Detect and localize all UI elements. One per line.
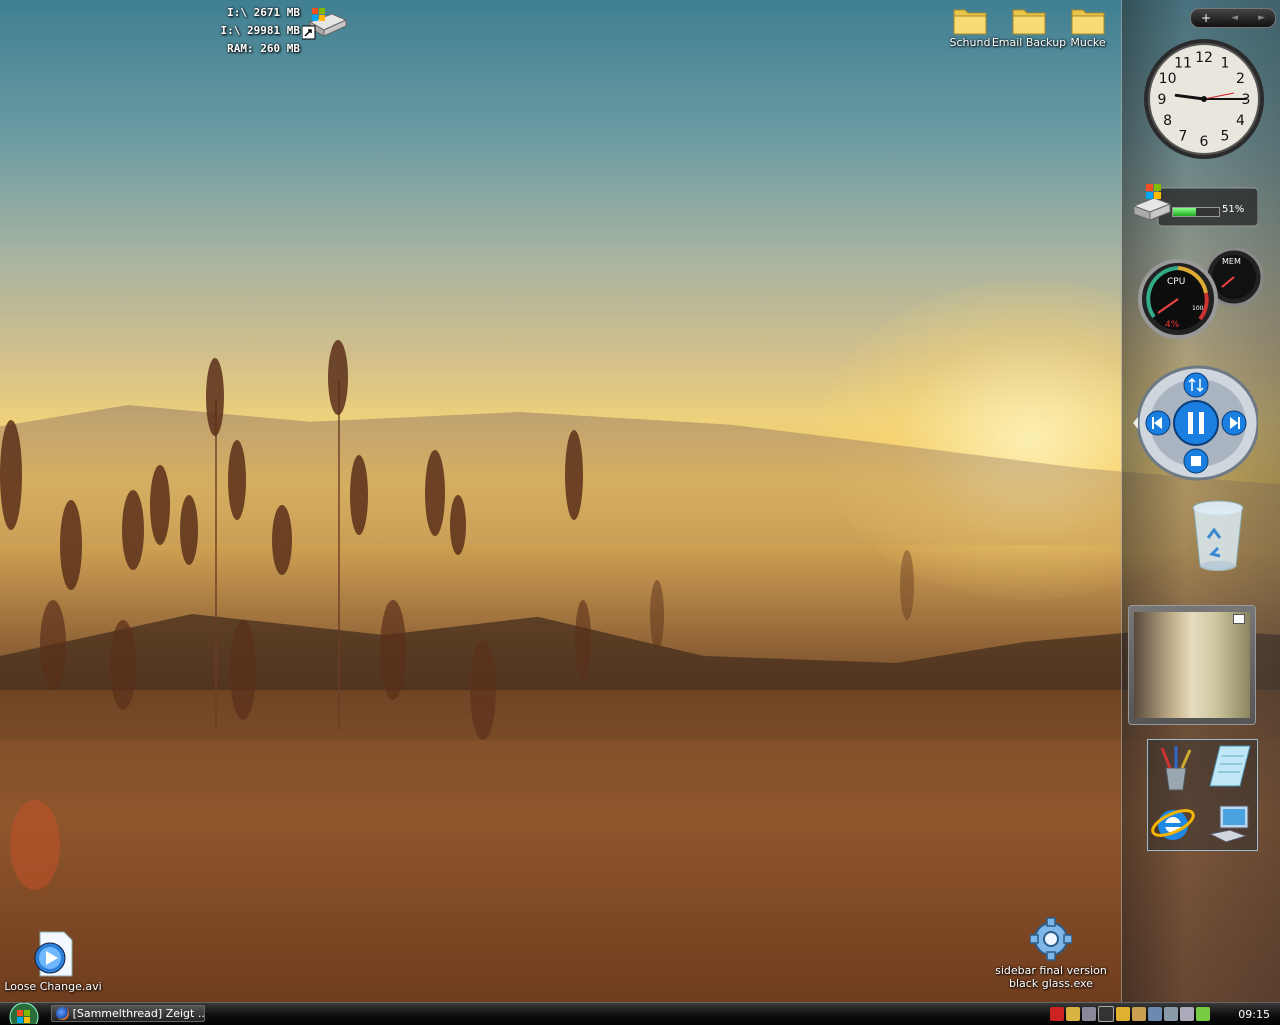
grass-head xyxy=(272,505,292,575)
folder-icon xyxy=(1070,4,1106,35)
clock-number: 11 xyxy=(1174,56,1192,72)
battery-icon[interactable] xyxy=(1196,1007,1210,1021)
grass-head xyxy=(228,440,246,520)
cpu-scale: 100 xyxy=(1192,305,1204,312)
start-button[interactable] xyxy=(4,1002,40,1027)
grass-head xyxy=(380,600,406,700)
grass-head xyxy=(150,465,170,545)
gear-icon xyxy=(1029,916,1073,962)
drive-info-panel: I:\ 2671 MB I:\ 29981 MB RAM: 260 MB xyxy=(200,4,300,58)
next-page-button[interactable]: ► xyxy=(1258,9,1265,27)
nvidia-icon[interactable] xyxy=(1098,1006,1114,1022)
settings-icon[interactable] xyxy=(1082,1007,1096,1021)
clock-number: 1 xyxy=(1221,56,1230,72)
grass-head xyxy=(470,640,496,740)
grass-head xyxy=(900,550,914,620)
prev-page-button[interactable]: ◄ xyxy=(1231,9,1238,27)
grass-head xyxy=(206,358,224,436)
app-launcher-gadget xyxy=(1147,739,1258,851)
slideshow-image xyxy=(1134,612,1250,718)
folder-icon xyxy=(1011,4,1047,35)
exe-sidebar-final-version[interactable]: sidebar final version black glass.exe xyxy=(990,916,1112,990)
flower-blur xyxy=(10,800,60,890)
cpu-value: 4% xyxy=(1165,320,1180,330)
taskbar-clock[interactable]: 09:15 xyxy=(1238,1008,1270,1021)
desktop-background xyxy=(0,0,1280,1002)
grass-head xyxy=(230,620,256,720)
folder-view-icon[interactable] xyxy=(1233,614,1245,624)
folder-label: Mucke xyxy=(1070,36,1106,49)
cpu-meter-gadget[interactable]: CPU 4% 100 MEM xyxy=(1136,247,1276,339)
taskbar: [Sammelthread] Zeigt ... 09:15 xyxy=(0,1002,1280,1027)
media-file-icon xyxy=(30,930,76,978)
taskbar-item-label: [Sammelthread] Zeigt ... xyxy=(72,1007,204,1020)
grass-head xyxy=(450,495,466,555)
mem-label: MEM xyxy=(1222,257,1241,266)
grass-head xyxy=(180,495,198,565)
clock-tray-icon[interactable] xyxy=(1132,1007,1146,1021)
add-gadget-button[interactable]: + xyxy=(1201,9,1211,27)
clock-number: 8 xyxy=(1163,113,1172,129)
shield-icon[interactable] xyxy=(1116,1007,1130,1021)
clock-number: 5 xyxy=(1221,128,1230,144)
system-tray: 09:15 xyxy=(1050,1005,1278,1023)
grass-stem xyxy=(215,400,217,730)
clock-number: 9 xyxy=(1158,92,1167,108)
firefox-icon xyxy=(56,1007,69,1020)
network-icon[interactable] xyxy=(1148,1007,1162,1021)
clock-gadget[interactable]: 121234567891011 xyxy=(1142,37,1266,161)
file-label: sidebar final version black glass.exe xyxy=(995,964,1107,990)
clock-number: 7 xyxy=(1179,128,1188,144)
mail-icon[interactable] xyxy=(1066,1007,1080,1021)
disk-usage-fill xyxy=(1173,208,1197,216)
grass-head xyxy=(575,600,591,680)
paint-brushes-icon[interactable] xyxy=(1152,746,1198,792)
video-file-loose-change[interactable]: Loose Change.avi xyxy=(0,930,106,993)
volume-icon[interactable] xyxy=(1180,1007,1194,1021)
disk-usage-bar xyxy=(1172,207,1220,217)
grass-head xyxy=(650,580,664,650)
slideshow-gadget[interactable] xyxy=(1128,605,1256,725)
clock-number: 6 xyxy=(1200,134,1209,150)
grass-head xyxy=(350,455,368,535)
ram-line: RAM: 260 MB xyxy=(227,42,300,55)
folder-mucke[interactable]: Mucke xyxy=(1049,4,1127,49)
grass-stem xyxy=(338,380,340,730)
grass-head xyxy=(122,490,144,570)
notepad-icon[interactable] xyxy=(1204,742,1251,788)
internet-explorer-icon[interactable] xyxy=(1150,800,1196,846)
disk-usage-percent: 51% xyxy=(1222,204,1245,215)
tools-icon[interactable] xyxy=(1164,1007,1178,1021)
clock-number: 10 xyxy=(1159,71,1177,87)
grass-head xyxy=(328,340,348,415)
grass-head xyxy=(60,500,82,590)
sidebar-controls: + ◄ ► xyxy=(1190,8,1276,28)
recycle-bin-gadget[interactable] xyxy=(1190,498,1246,574)
file-label: Loose Change.avi xyxy=(4,980,102,993)
folder-icon xyxy=(952,4,988,35)
grass-head xyxy=(565,430,583,520)
antivirus-icon[interactable] xyxy=(1050,1007,1064,1021)
media-player-gadget xyxy=(1132,365,1260,483)
grass-head xyxy=(0,420,22,530)
taskbar-item-firefox[interactable]: [Sammelthread] Zeigt ... xyxy=(51,1005,205,1022)
cpu-label: CPU xyxy=(1167,277,1186,287)
drive-line-1: I:\ 2671 MB xyxy=(227,6,300,19)
drive-meter-gadget[interactable]: 51% xyxy=(1132,184,1258,228)
drive-line-2: I:\ 29981 MB xyxy=(220,24,300,37)
clock-number: 2 xyxy=(1236,71,1245,87)
grass-head xyxy=(110,620,136,710)
clock-number: 4 xyxy=(1236,113,1245,129)
grass-head xyxy=(425,450,445,536)
my-computer-icon[interactable] xyxy=(1206,800,1252,846)
windows-sidebar: + ◄ ► 121234567891011 51% xyxy=(1121,0,1280,1002)
clock-number: 12 xyxy=(1195,50,1213,66)
drive-shortcut-icon[interactable] xyxy=(301,6,348,40)
grass-head xyxy=(40,600,66,690)
